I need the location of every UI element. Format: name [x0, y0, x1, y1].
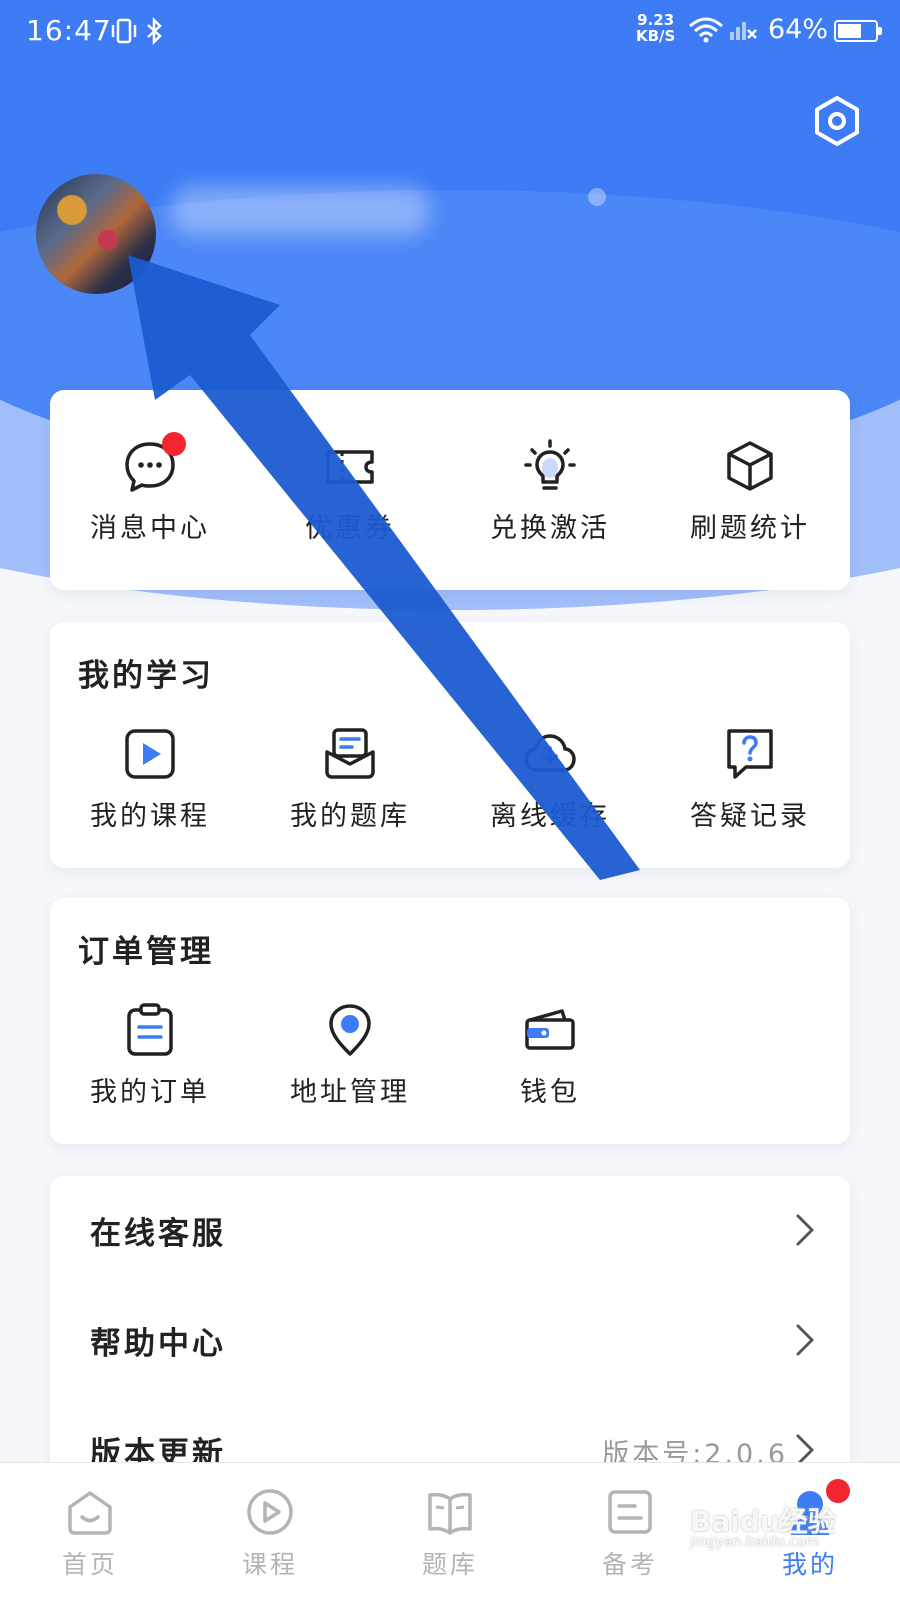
order-item-my-orders[interactable]: 我的订单 [50, 1002, 250, 1109]
nav-label: 首页 [61, 1550, 118, 1579]
notes-icon [605, 1487, 655, 1537]
settings-list-card: 在线客服 帮助中心 版本更新 版本号:2.0.6 [50, 1176, 850, 1472]
chevron-right-icon [790, 1210, 820, 1250]
battery-percent: 64% [768, 14, 829, 45]
quick-actions-grid: 消息中心 优惠券 兑换激活 刷题统计 [50, 432, 850, 545]
order-item-label: 我的订单 [90, 1077, 210, 1108]
network-speed: 9.23 KB/S [636, 12, 675, 44]
order-item-label: 钱包 [520, 1077, 580, 1108]
nav-label: 我的 [781, 1550, 838, 1579]
header-decoration-dot [588, 188, 606, 206]
quick-action-redeem[interactable]: 兑换激活 [450, 438, 650, 545]
study-item-my-courses[interactable]: 我的课程 [50, 726, 250, 833]
clipboard-icon [122, 1002, 178, 1058]
book-icon [425, 1487, 475, 1537]
study-item-label: 离线缓存 [490, 801, 610, 832]
message-icon [122, 432, 186, 494]
order-item-address[interactable]: 地址管理 [250, 1002, 450, 1109]
watermark-url: jingyan.baidu.com [690, 1534, 820, 1550]
play-circle-icon [245, 1487, 295, 1537]
quick-action-label: 刷题统计 [690, 513, 810, 544]
wifi-icon [688, 16, 724, 50]
settings-button[interactable] [810, 94, 864, 148]
order-management-title: 订单管理 [78, 934, 214, 970]
quick-action-practice-stats[interactable]: 刷题统计 [650, 438, 850, 545]
quick-action-label: 兑换激活 [490, 513, 610, 544]
nav-label: 备考 [601, 1550, 658, 1579]
question-bubble-icon [722, 726, 778, 782]
quick-actions-card: 消息中心 优惠券 兑换激活 刷题统计 [50, 390, 850, 590]
order-management-card: 订单管理 我的订单 地址管理 钱包 [50, 898, 850, 1144]
list-row-label: 在线客服 [90, 1216, 226, 1252]
list-row-help-center[interactable]: 帮助中心 [50, 1286, 850, 1396]
user-avatar[interactable] [36, 174, 156, 294]
my-study-card: 我的学习 我的课程 我的题库 离线缓存 答疑记录 [50, 622, 850, 868]
study-item-offline-cache[interactable]: 离线缓存 [450, 726, 650, 833]
coupon-icon [322, 438, 378, 494]
study-item-qa-records[interactable]: 答疑记录 [650, 726, 850, 833]
vibrate-bluetooth-icon [110, 16, 170, 52]
study-item-label: 我的课程 [90, 801, 210, 832]
play-icon [122, 726, 178, 782]
list-row-label: 帮助中心 [90, 1326, 226, 1362]
list-row-online-service[interactable]: 在线客服 [50, 1176, 850, 1286]
nav-tab-question-bank[interactable]: 题库 [360, 1463, 540, 1600]
message-badge [162, 432, 186, 456]
location-pin-icon [322, 1002, 378, 1058]
signal-icon [728, 14, 758, 48]
study-item-my-question-bank[interactable]: 我的题库 [250, 726, 450, 833]
username-blurred[interactable] [170, 186, 430, 236]
nav-label: 课程 [241, 1550, 298, 1579]
study-item-label: 我的题库 [290, 801, 410, 832]
wallet-icon [522, 1002, 578, 1058]
nav-tab-home[interactable]: 首页 [0, 1463, 180, 1600]
order-item-label: 地址管理 [290, 1077, 410, 1108]
nav-tab-courses[interactable]: 课程 [180, 1463, 360, 1600]
study-item-label: 答疑记录 [690, 801, 810, 832]
status-time: 16:47 [26, 14, 112, 47]
order-item-wallet[interactable]: 钱包 [450, 1002, 650, 1109]
settings-hexagon-icon [815, 96, 859, 146]
battery-icon [834, 20, 882, 42]
status-bar: 16:47 9.23 KB/S 64% [0, 0, 900, 70]
cloud-icon [522, 726, 578, 782]
order-management-grid: 我的订单 地址管理 钱包 [50, 1002, 850, 1109]
quick-action-label: 优惠券 [305, 513, 395, 544]
battery-fill [838, 24, 861, 38]
cube-icon [722, 438, 778, 494]
my-study-grid: 我的课程 我的题库 离线缓存 答疑记录 [50, 726, 850, 833]
question-bank-icon [322, 726, 378, 782]
quick-action-coupon[interactable]: 优惠券 [250, 438, 450, 545]
home-icon [65, 1487, 115, 1537]
quick-action-label: 消息中心 [90, 513, 210, 544]
chevron-right-icon [790, 1320, 820, 1360]
lightbulb-icon [522, 438, 578, 494]
quick-action-message-center[interactable]: 消息中心 [50, 432, 250, 545]
nav-label: 题库 [421, 1550, 478, 1579]
my-study-title: 我的学习 [78, 658, 214, 694]
network-speed-unit: KB/S [636, 27, 676, 45]
